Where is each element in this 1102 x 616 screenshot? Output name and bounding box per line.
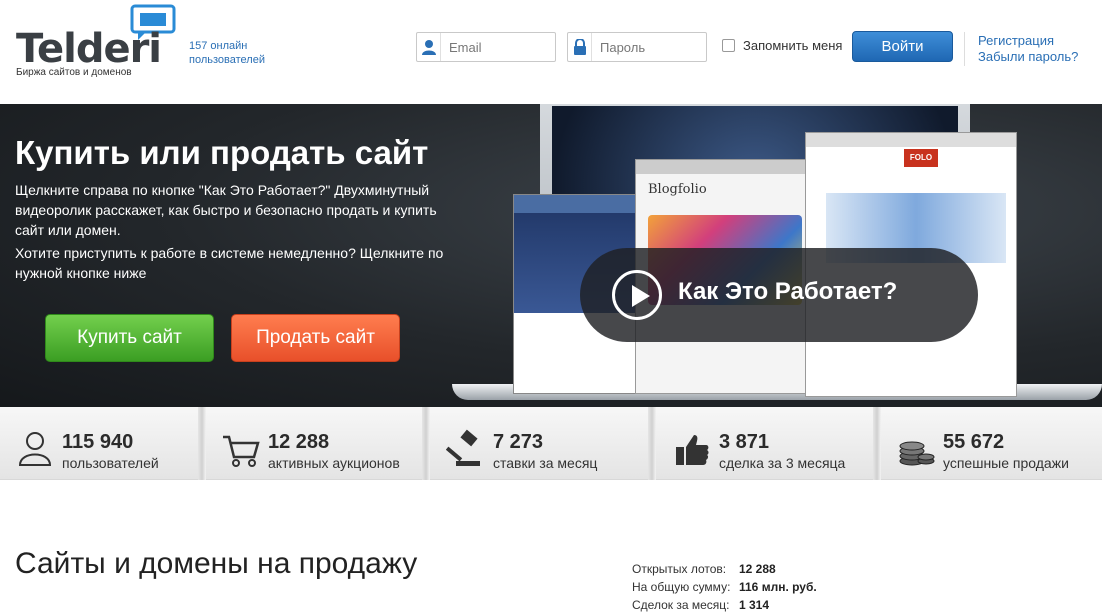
stat-value: 115 940 [62,431,134,453]
lots-label: На общую сумму: [632,580,731,594]
logo-text: Telderi [16,26,162,72]
stat-value: 7 273 [493,431,544,453]
remember-checkbox[interactable] [722,39,735,52]
stat-label: сделка за 3 месяца [719,455,846,471]
logo-subtitle: Биржа сайтов и доменов [16,67,132,78]
video-label: Как Это Работает? [678,278,898,305]
online-count: 157 онлайн [189,40,248,52]
header-divider [964,32,965,66]
cart-icon [223,435,260,467]
section-title: Сайты и домены на продажу [15,547,418,580]
stats-bar: 115 940 пользователей 12 288 активных ау… [0,407,1102,480]
email-input[interactable] [441,34,549,60]
how-it-works-video-button[interactable]: Как Это Работает? [580,248,978,342]
stat-divider [873,407,881,480]
stat-value: 3 871 [719,431,770,453]
lots-label: Открытых лотов: [632,562,727,576]
coins-icon [899,441,935,466]
online-label: пользователей [189,54,265,66]
lots-value: 1 314 [739,598,770,612]
logo[interactable]: Telderi Биржа сайтов и доменов [14,4,184,84]
user-icon [18,432,52,466]
gavel-icon [446,429,480,466]
site-header: Telderi Биржа сайтов и доменов 157 онлай… [0,0,1102,104]
stat-value: 12 288 [268,431,330,453]
lots-value: 12 288 [739,562,776,576]
hero-banner: Blogfolio FOLO Купить или продать сайт Щ… [0,104,1102,407]
preview-logo-text: FOLO [909,153,933,162]
lock-icon [568,33,592,61]
hero-title: Купить или продать сайт [15,134,429,171]
stat-value: 55 672 [943,431,1005,453]
password-field[interactable] [567,32,707,62]
remember-me[interactable]: Запомнить меня [722,38,842,53]
user-icon [417,33,441,61]
stat-divider [198,407,206,480]
stat-label: ставки за месяц [493,455,598,471]
preview-logo: FOLO [904,149,938,167]
remember-label: Запомнить меня [743,38,843,53]
preview-blog-title: Blogfolio [648,182,707,197]
email-field[interactable] [416,32,556,62]
online-users[interactable]: 157 онлайн пользователей [189,39,279,67]
login-button[interactable]: Войти [852,31,953,62]
sell-site-button[interactable]: Продать сайт [231,314,400,362]
lots-row: Сделок за месяц: 1 314 [632,596,817,614]
buy-site-button[interactable]: Купить сайт [45,314,214,362]
hero-call-to-action: Хотите приступить к работе в системе нем… [15,245,444,281]
stat-divider [422,407,430,480]
lots-value: 116 млн. руб. [739,580,817,594]
play-icon [612,270,662,320]
stat-divider [648,407,656,480]
thumbs-up-icon [676,435,709,465]
stat-label: активных аукционов [268,455,400,471]
password-input[interactable] [592,34,700,60]
lots-row: Открытых лотов: 12 288 [632,560,817,578]
stat-label: успешные продажи [943,455,1069,471]
forgot-password-link[interactable]: Забыли пароль? [978,49,1078,64]
stat-label: пользователей [62,455,159,471]
lots-row: На общую сумму: 116 млн. руб. [632,578,817,596]
hero-description: Щелкните справа по кнопке "Как Это Работ… [15,182,437,238]
lots-label: Сделок за месяц: [632,598,730,612]
lots-summary: Открытых лотов: 12 288 На общую сумму: 1… [632,560,817,614]
register-link[interactable]: Регистрация [978,33,1054,48]
